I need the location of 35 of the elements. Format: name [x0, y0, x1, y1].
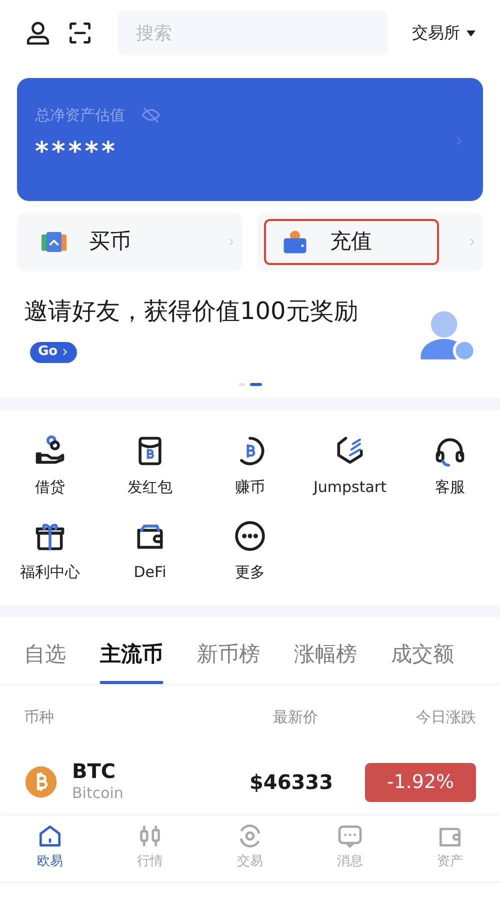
- shortcut-item[interactable]: DeFi: [100, 518, 200, 583]
- shortcut-item[interactable]: Jumpstart: [300, 434, 400, 498]
- profile-icon[interactable]: [24, 19, 52, 47]
- asset-value: *****: [35, 136, 119, 168]
- coin-symbol: BTC: [72, 760, 117, 782]
- buy-button[interactable]: 买币: [17, 213, 242, 271]
- shortcut-item[interactable]: 客服: [400, 434, 500, 498]
- column-header: 今日涨跌: [415, 706, 476, 728]
- chevron-right-icon: [60, 347, 69, 358]
- market-tab[interactable]: 主流币: [100, 617, 163, 684]
- shortcut-item[interactable]: 赚币: [200, 434, 300, 498]
- shortcut-item[interactable]: 福利中心: [0, 518, 100, 583]
- exchange-dropdown[interactable]: 交易所: [412, 21, 476, 45]
- price-text: $46333: [250, 769, 333, 796]
- more-icon: [233, 518, 267, 552]
- market-tab[interactable]: 成交额: [391, 617, 454, 684]
- change-badge: -1.92%: [365, 762, 476, 802]
- market-tab[interactable]: 自选: [24, 617, 66, 684]
- bitcoin-icon: [24, 765, 58, 799]
- column-header: 币种: [24, 706, 55, 728]
- market-tab[interactable]: 新币榜: [197, 617, 260, 684]
- shortcut-item[interactable]: 更多: [200, 518, 300, 583]
- nav-tab[interactable]: 欧易: [0, 822, 100, 882]
- asset-label: 总净资产估值: [35, 105, 125, 126]
- caret-icon: [466, 28, 476, 38]
- coin-name: Bitcoin: [72, 783, 124, 804]
- asset-card[interactable]: 总净资产估值 *****: [17, 78, 483, 201]
- column-header: 最新价: [272, 706, 318, 728]
- shortcut-item[interactable]: 发红包: [100, 434, 200, 498]
- search-field[interactable]: 搜索: [118, 11, 388, 55]
- shortcut-item[interactable]: 借贷: [0, 434, 100, 498]
- go-button[interactable]: Go: [30, 342, 77, 363]
- banner-text: 邀请好友，获得价值100元奖励 Go: [24, 291, 364, 371]
- deposit-button[interactable]: 充值: [258, 213, 483, 271]
- market-tab[interactable]: 涨幅榜: [294, 617, 357, 684]
